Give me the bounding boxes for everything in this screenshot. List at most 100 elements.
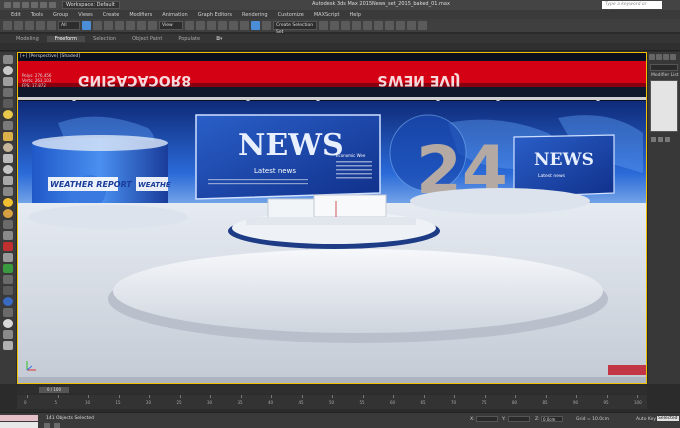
tab-freeform[interactable]: Freeform [46,35,86,42]
menu-rendering[interactable]: Rendering [237,12,273,18]
undo-icon[interactable] [3,21,12,30]
modifier-list-dropdown[interactable]: Modifier List [648,73,680,78]
panel-icon[interactable] [3,88,13,97]
maxscript-listener[interactable] [0,415,38,421]
angle-snap-icon[interactable] [229,21,238,30]
object-name-field[interactable] [650,64,678,71]
teapot-icon[interactable] [3,143,13,152]
named-selection-dropdown[interactable]: Create Selection Set [273,21,317,35]
render-setup-icon[interactable] [396,21,405,30]
tube-icon[interactable] [3,231,13,240]
redo-icon[interactable] [49,2,56,8]
light-bulb-icon[interactable] [3,110,13,119]
time-slider[interactable]: 0 / 100 [17,386,647,394]
lock-selection-icon[interactable] [54,423,60,428]
track-bar[interactable]: 0 5 10 15 20 25 30 35 40 45 50 55 60 65 70 75 80 85 90 95 10… [17,395,647,409]
save-file-icon[interactable] [31,2,38,8]
menu-views[interactable]: Views [73,12,97,18]
select-manipulate-icon[interactable] [196,21,205,30]
percent-snap-icon[interactable] [240,21,249,30]
rect-selection-icon[interactable] [104,21,113,30]
x-coord-field[interactable] [476,416,498,422]
rotate-icon[interactable] [137,21,146,30]
grid-icon[interactable] [3,286,13,295]
link-icon[interactable] [25,21,34,30]
viewport-label[interactable]: [+] [Perspective] [Shaded] [20,54,80,59]
scale-icon[interactable] [148,21,157,30]
sun-icon[interactable] [3,198,13,207]
spinner-snap-icon[interactable] [251,21,260,30]
motion-tab-icon[interactable] [670,54,676,60]
menu-create[interactable]: Create [98,12,125,18]
redo-icon[interactable] [14,21,23,30]
selection-filter-dropdown[interactable]: All [58,21,80,30]
curve-editor-icon[interactable] [363,21,372,30]
edit-named-sets-icon[interactable] [262,21,271,30]
menu-tools[interactable]: Tools [26,12,48,18]
hierarchy-tab-icon[interactable] [663,54,669,60]
menu-customize[interactable]: Customize [273,12,309,18]
workspace-dropdown[interactable]: Workspace: Default [62,1,120,9]
frame-icon[interactable] [3,99,13,108]
create-tab-icon[interactable] [649,54,655,60]
keyboard-shortcut-icon[interactable] [207,21,216,30]
cylinder-icon[interactable] [3,176,13,185]
sphere-white-icon[interactable] [3,319,13,328]
menu-animation[interactable]: Animation [157,12,193,18]
torus-icon[interactable] [3,165,13,174]
show-end-result-icon[interactable] [658,137,663,142]
help-search-input[interactable]: Type a keyword or phrase [602,1,662,15]
bind-space-warp-icon[interactable] [47,21,56,30]
reference-coord-dropdown[interactable]: View [159,21,183,30]
sphere-icon[interactable] [3,66,13,75]
brush-icon[interactable] [3,242,13,251]
menu-group[interactable]: Group [48,12,73,18]
camera-icon[interactable] [3,121,13,130]
new-file-icon[interactable] [13,2,20,8]
wrench-icon[interactable] [3,308,13,317]
graphite-toggle-icon[interactable] [352,21,361,30]
pin-stack-icon[interactable] [651,137,656,142]
bar-icon[interactable] [3,330,13,339]
material-editor-icon[interactable] [385,21,394,30]
modifier-stack[interactable] [650,80,678,132]
create-icon[interactable] [3,55,13,64]
remove-modifier-icon[interactable] [665,137,670,142]
window-crossing-icon[interactable] [115,21,124,30]
gear-icon[interactable] [3,209,13,218]
maxscript-output[interactable] [0,422,38,428]
menu-modifiers[interactable]: Modifiers [124,12,157,18]
person-icon[interactable] [3,253,13,262]
select-object-icon[interactable] [82,21,91,30]
paint-icon[interactable] [3,220,13,229]
cone-icon[interactable] [3,154,13,163]
snaps-toggle-icon[interactable] [218,21,227,30]
globe-icon[interactable] [3,297,13,306]
z-coord-field[interactable]: 0.0cm [541,416,563,422]
spray-icon[interactable] [3,187,13,196]
schematic-view-icon[interactable] [374,21,383,30]
box-icon[interactable] [3,77,13,86]
menu-help[interactable]: Help [345,12,366,18]
app-menu-icon[interactable] [4,2,11,8]
unlink-icon[interactable] [36,21,45,30]
menu-graph-editors[interactable]: Graph Editors [193,12,237,18]
time-slider-thumb[interactable]: 0 / 100 [39,387,69,393]
isolate-icon[interactable] [44,423,50,428]
auto-key-button[interactable]: Auto Key [636,417,656,422]
y-coord-field[interactable] [508,416,530,422]
align-icon[interactable] [330,21,339,30]
ribbon-options-icon[interactable]: ◘▾ [208,36,230,42]
render-production-icon[interactable] [418,21,427,30]
checker-icon[interactable] [3,341,13,350]
key-filter-selected[interactable]: Selected [657,416,679,421]
menu-maxscript[interactable]: MAXScript [309,12,345,18]
tab-populate[interactable]: Populate [170,36,208,42]
tab-modeling[interactable]: Modeling [8,36,47,42]
helper-icon[interactable] [3,132,13,141]
move-icon[interactable] [126,21,135,30]
tab-selection[interactable]: Selection [85,36,124,42]
perspective-viewport[interactable]: GNISAƆAƆOR8 ƧWƎN ƎVIJ NEWS Latest news E… [17,52,647,384]
open-file-icon[interactable] [22,2,29,8]
pivot-center-icon[interactable] [185,21,194,30]
